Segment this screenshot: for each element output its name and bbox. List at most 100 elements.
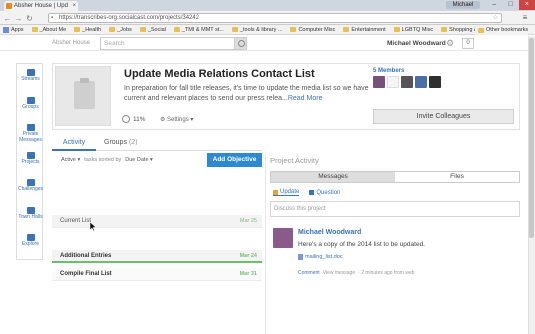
message-icon bbox=[26, 124, 35, 131]
read-more-link[interactable]: Read More bbox=[288, 95, 323, 102]
bookmark-folder[interactable]: _About Me bbox=[31, 27, 66, 33]
community-logo[interactable]: Absher House bbox=[52, 40, 90, 46]
folder-icon bbox=[139, 27, 146, 32]
user-name[interactable]: Michael Woodward bbox=[387, 40, 446, 47]
invite-colleagues-button[interactable]: Invite Colleagues bbox=[373, 109, 514, 124]
view-message-link[interactable]: View message bbox=[323, 270, 355, 276]
favicon-icon bbox=[6, 3, 12, 9]
clipboard-icon bbox=[74, 78, 95, 109]
groups-icon bbox=[26, 97, 35, 104]
bookmark-folder[interactable]: Computer Misc bbox=[290, 27, 335, 33]
post-type-options: Update Question bbox=[273, 189, 340, 196]
task-row[interactable]: Compile Final List Mar 31 bbox=[52, 268, 262, 281]
search-input[interactable]: Search bbox=[100, 37, 247, 50]
bookmark-apps[interactable]: Apps bbox=[3, 26, 24, 33]
search-icon[interactable] bbox=[234, 37, 247, 50]
rail-item-private-messages[interactable]: Private Messages bbox=[17, 124, 44, 143]
sort-dropdown[interactable]: Due Date ▾ bbox=[125, 157, 153, 163]
discuss-input[interactable]: Discuss this project bbox=[270, 201, 520, 217]
maximize-icon[interactable]: □ bbox=[502, 0, 518, 10]
avatar[interactable] bbox=[273, 228, 293, 248]
gear-icon[interactable]: ⚙ bbox=[446, 38, 454, 49]
bookmark-star-icon[interactable]: ☆ bbox=[493, 14, 498, 23]
tab-messages[interactable]: Messages bbox=[271, 172, 395, 182]
chevron-down-icon: ▾ bbox=[188, 117, 194, 123]
streams-icon bbox=[26, 69, 35, 76]
back-icon[interactable]: ← bbox=[3, 14, 12, 23]
bookmark-folder[interactable]: Entertainment bbox=[343, 27, 386, 33]
tab-activity[interactable]: Activity bbox=[52, 138, 96, 151]
bookmark-folder[interactable]: _Health bbox=[74, 27, 101, 33]
rail-item-groups[interactable]: Groups bbox=[17, 97, 44, 111]
progress-ring-icon bbox=[122, 115, 130, 123]
close-tab-icon[interactable]: × bbox=[72, 1, 76, 11]
mouse-cursor-icon bbox=[90, 222, 96, 231]
url-field[interactable]: ▪ https://transcribes-org.socialcast.com/… bbox=[48, 13, 502, 23]
question-option[interactable]: Question bbox=[309, 189, 340, 196]
rail-item-explore[interactable]: Explore bbox=[17, 234, 44, 248]
avatar[interactable] bbox=[387, 76, 399, 88]
challenges-icon bbox=[26, 179, 35, 186]
folder-icon bbox=[74, 27, 81, 32]
avatar[interactable] bbox=[373, 76, 385, 88]
bookmark-folder[interactable]: LGBTQ Misc bbox=[393, 27, 433, 33]
add-objective-button[interactable]: Add Objective bbox=[207, 153, 262, 167]
bookmarks-bar: Apps _About Me _Health _Jobs _Social _TM… bbox=[0, 25, 535, 35]
folder-icon bbox=[290, 27, 297, 32]
folder-icon bbox=[109, 27, 116, 32]
rail-item-projects[interactable]: Projects bbox=[17, 152, 44, 166]
task-row[interactable]: Additional Entries Mar 24 bbox=[52, 250, 262, 263]
notification-count[interactable]: 0 bbox=[462, 38, 474, 49]
project-description: In preparation for fall title releases, … bbox=[124, 85, 369, 102]
update-option[interactable]: Update bbox=[273, 189, 300, 196]
active-filter-dropdown[interactable]: Active ▾ bbox=[61, 157, 80, 163]
bookmark-folder[interactable]: _tools & library ... bbox=[231, 27, 282, 33]
tab-groups[interactable]: Groups (2) bbox=[104, 138, 137, 148]
browser-tab[interactable]: Absher House | Upd × bbox=[4, 1, 78, 11]
task-sort-controls: Active ▾ tasks sorted by Due Date ▾ bbox=[61, 157, 153, 163]
window-close-icon[interactable]: × bbox=[518, 0, 535, 10]
bookmark-folder[interactable]: _TMI & MMT st... bbox=[173, 27, 224, 33]
folder-icon bbox=[231, 27, 238, 32]
profile-chip[interactable]: Michael bbox=[446, 1, 480, 9]
bookmark-folder[interactable]: _Social bbox=[139, 27, 166, 33]
binoculars-icon bbox=[26, 234, 35, 241]
members-link[interactable]: 5 Members bbox=[373, 68, 404, 74]
update-icon bbox=[273, 189, 278, 195]
scrollbar-thumb[interactable] bbox=[529, 38, 534, 238]
avatar[interactable] bbox=[429, 76, 441, 88]
rail-item-challenges[interactable]: Challenges bbox=[17, 179, 44, 193]
folder-icon bbox=[173, 27, 180, 32]
reload-icon[interactable]: ↻ bbox=[25, 14, 34, 23]
post-timestamp: · 2 minutes ago from web bbox=[358, 270, 415, 276]
tab-files[interactable]: Files bbox=[395, 172, 519, 182]
page-title: Update Media Relations Contact List bbox=[124, 68, 315, 80]
attachment-link[interactable]: mailing_list.doc bbox=[298, 254, 343, 260]
lock-icon: ▪ bbox=[51, 15, 54, 21]
folder-icon bbox=[343, 27, 350, 32]
task-row[interactable]: Current List Mar 25 bbox=[52, 215, 262, 228]
bookmark-folder[interactable]: _Jobs bbox=[109, 27, 132, 33]
tab-title: Absher House | Upd bbox=[14, 3, 68, 9]
avatar[interactable] bbox=[401, 76, 413, 88]
minimize-icon[interactable]: – bbox=[486, 0, 502, 10]
activity-tabs: Messages Files bbox=[270, 171, 520, 183]
post-meta: Comment View message · 2 minutes ago fro… bbox=[298, 270, 415, 276]
other-bookmarks[interactable]: Other bookmarks bbox=[475, 25, 529, 35]
rail-item-town-halls[interactable]: Town Halls bbox=[17, 207, 44, 221]
forward-icon[interactable]: → bbox=[14, 14, 23, 23]
left-nav-rail: Streams Groups Private Messages Projects… bbox=[16, 63, 43, 260]
browser-menu-icon[interactable]: ≡ bbox=[520, 13, 530, 23]
settings-dropdown[interactable]: ⚙ Settings ▾ bbox=[160, 116, 193, 123]
folder-icon bbox=[31, 27, 38, 32]
url-text: https://transcribes-org.socialcast.com/p… bbox=[59, 15, 200, 21]
post-author[interactable]: Michael Woodward bbox=[298, 229, 361, 236]
avatar[interactable] bbox=[415, 76, 427, 88]
folder-icon bbox=[393, 27, 400, 32]
rail-item-streams[interactable]: Streams bbox=[17, 69, 44, 83]
window-controls: – □ × bbox=[486, 0, 535, 10]
apps-icon bbox=[3, 26, 9, 33]
comment-link[interactable]: Comment bbox=[298, 270, 320, 276]
progress-value: 11% bbox=[133, 115, 146, 123]
nav-buttons: ← → ↻ bbox=[3, 11, 34, 25]
